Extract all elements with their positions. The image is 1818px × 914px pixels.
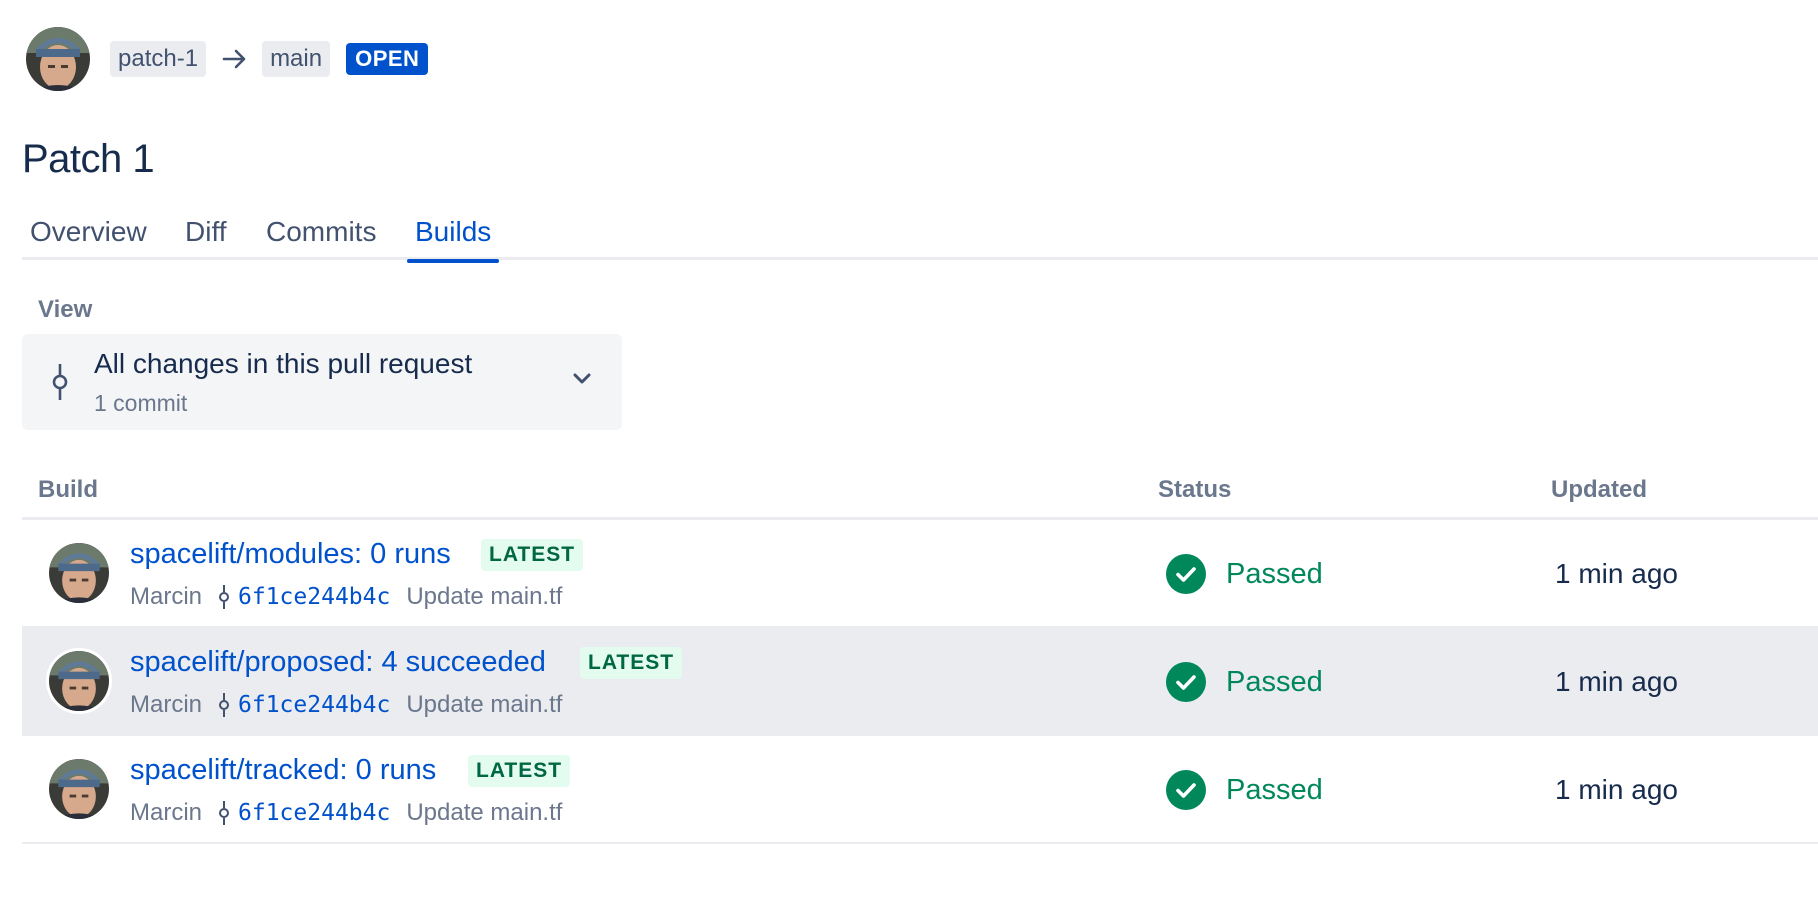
build-link[interactable]: spacelift/proposed: 4 succeeded [130,646,546,679]
build-author: Marcin [130,583,203,610]
view-label: View [38,296,93,323]
build-link[interactable]: spacelift/modules: 0 runs [130,538,451,571]
latest-badge: LATEST [481,539,584,571]
build-author: Marcin [130,691,203,718]
commit-icon [52,364,68,400]
table-row: spacelift/modules: 0 runs LATEST Marcin … [22,520,1818,628]
table-row: spacelift/proposed: 4 succeeded LATEST M… [22,628,1818,736]
check-circle-icon [1166,770,1206,810]
commit-message: Update main.tf [406,583,563,610]
status-text: Passed [1226,665,1323,698]
status-text: Passed [1226,773,1323,806]
commit-message: Update main.tf [406,691,563,718]
chevron-down-icon [573,373,591,384]
build-meta: Marcin 6f1ce244b4c Update main.tf [130,583,562,611]
build-status: Passed [1166,554,1323,594]
pr-state-lozenge: OPEN [346,43,429,75]
commit-icon [219,801,230,825]
tab-bar: Overview Diff Commits Builds [22,212,1818,263]
build-author: Marcin [130,799,203,826]
builds-table: Build Status Updated spacelift/modules: … [22,468,1818,844]
tab-diff[interactable]: Diff [177,212,235,260]
build-meta: Marcin 6f1ce244b4c Update main.tf [130,799,562,827]
column-header-status: Status [1158,476,1232,503]
build-status: Passed [1166,662,1323,702]
view-select[interactable]: All changes in this pull request 1 commi… [22,334,622,430]
build-status: Passed [1166,770,1323,810]
column-header-build: Build [38,476,98,503]
target-branch[interactable]: main [262,41,331,77]
commit-hash-link[interactable]: 6f1ce244b4c [238,800,390,826]
build-meta: Marcin 6f1ce244b4c Update main.tf [130,691,562,719]
updated-time: 1 min ago [1555,558,1678,589]
latest-badge: LATEST [580,647,683,679]
avatar[interactable] [46,648,112,714]
table-row: spacelift/tracked: 0 runs LATEST Marcin … [22,736,1818,844]
tab-commits[interactable]: Commits [258,212,384,260]
arrow-right-icon [222,49,246,69]
commit-message: Update main.tf [406,799,563,826]
table-header: Build Status Updated [22,468,1818,520]
column-header-updated: Updated [1551,476,1647,503]
commit-hash-link[interactable]: 6f1ce244b4c [238,692,390,718]
check-circle-icon [1166,662,1206,702]
pr-header: patch-1 main OPEN [26,27,429,91]
build-link[interactable]: spacelift/tracked: 0 runs [130,754,436,787]
tab-builds[interactable]: Builds [407,212,500,263]
updated-time: 1 min ago [1555,774,1678,805]
updated-time: 1 min ago [1555,666,1678,697]
latest-badge: LATEST [468,755,571,787]
check-circle-icon [1166,554,1206,594]
avatar[interactable] [46,756,112,822]
status-text: Passed [1226,557,1323,590]
page-title: Patch 1 [22,137,155,181]
source-branch[interactable]: patch-1 [110,41,207,77]
avatar[interactable] [46,540,112,606]
author-avatar[interactable] [26,27,90,91]
view-select-subtitle: 1 commit [94,390,188,416]
commit-icon [219,585,230,609]
commit-icon [219,693,230,717]
tab-overview[interactable]: Overview [22,212,155,260]
view-select-value: All changes in this pull request [94,348,473,379]
commit-hash-link[interactable]: 6f1ce244b4c [238,584,390,610]
